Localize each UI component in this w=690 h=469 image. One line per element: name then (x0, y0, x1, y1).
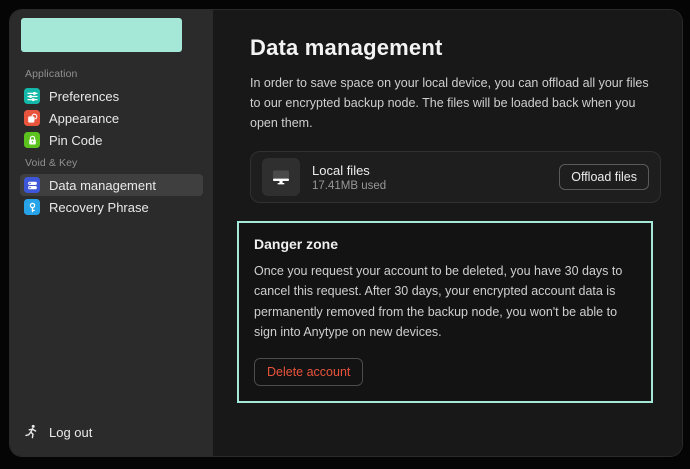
sidebar-item-pin-code[interactable]: Pin Code (20, 129, 203, 151)
database-icon (24, 177, 40, 193)
sidebar-spacer (20, 218, 203, 420)
appearance-icon (24, 110, 40, 126)
sidebar-item-label: Recovery Phrase (49, 200, 149, 215)
sidebar-item-appearance[interactable]: Appearance (20, 107, 203, 129)
lock-icon (24, 132, 40, 148)
sidebar-item-data-management[interactable]: Data management (20, 174, 203, 196)
settings-content: Data management In order to save space o… (213, 10, 682, 456)
section-label-application: Application (20, 62, 203, 85)
local-files-meta: Local files 17.41MB used (312, 163, 547, 192)
page-description: In order to save space on your local dev… (250, 73, 661, 133)
sidebar-item-preferences[interactable]: Preferences (20, 85, 203, 107)
key-icon (24, 199, 40, 215)
logout-label: Log out (49, 425, 92, 440)
sidebar-item-label: Appearance (49, 111, 119, 126)
local-files-title: Local files (312, 163, 547, 178)
page-title: Data management (250, 35, 661, 61)
sidebar-item-label: Pin Code (49, 133, 102, 148)
delete-account-button[interactable]: Delete account (254, 358, 363, 386)
sidebar-item-label: Preferences (49, 89, 119, 104)
section-label-void-key: Void & Key (20, 151, 203, 174)
runner-icon (24, 424, 39, 440)
sidebar-item-recovery-phrase[interactable]: Recovery Phrase (20, 196, 203, 218)
monitor-icon (262, 158, 300, 196)
sidebar-item-label: Data management (49, 178, 156, 193)
settings-dialog: Application Preferences (10, 10, 682, 456)
account-name-block[interactable] (21, 18, 182, 52)
danger-zone-description: Once you request your account to be dele… (254, 261, 636, 342)
offload-files-button[interactable]: Offload files (559, 164, 649, 190)
logout-button[interactable]: Log out (20, 420, 203, 444)
local-files-card: Local files 17.41MB used Offload files (250, 151, 661, 203)
sliders-icon (24, 88, 40, 104)
settings-sidebar: Application Preferences (10, 10, 213, 456)
danger-zone-section: Danger zone Once you request your accoun… (237, 221, 653, 403)
local-files-usage: 17.41MB used (312, 180, 547, 192)
danger-zone-title: Danger zone (254, 236, 636, 252)
